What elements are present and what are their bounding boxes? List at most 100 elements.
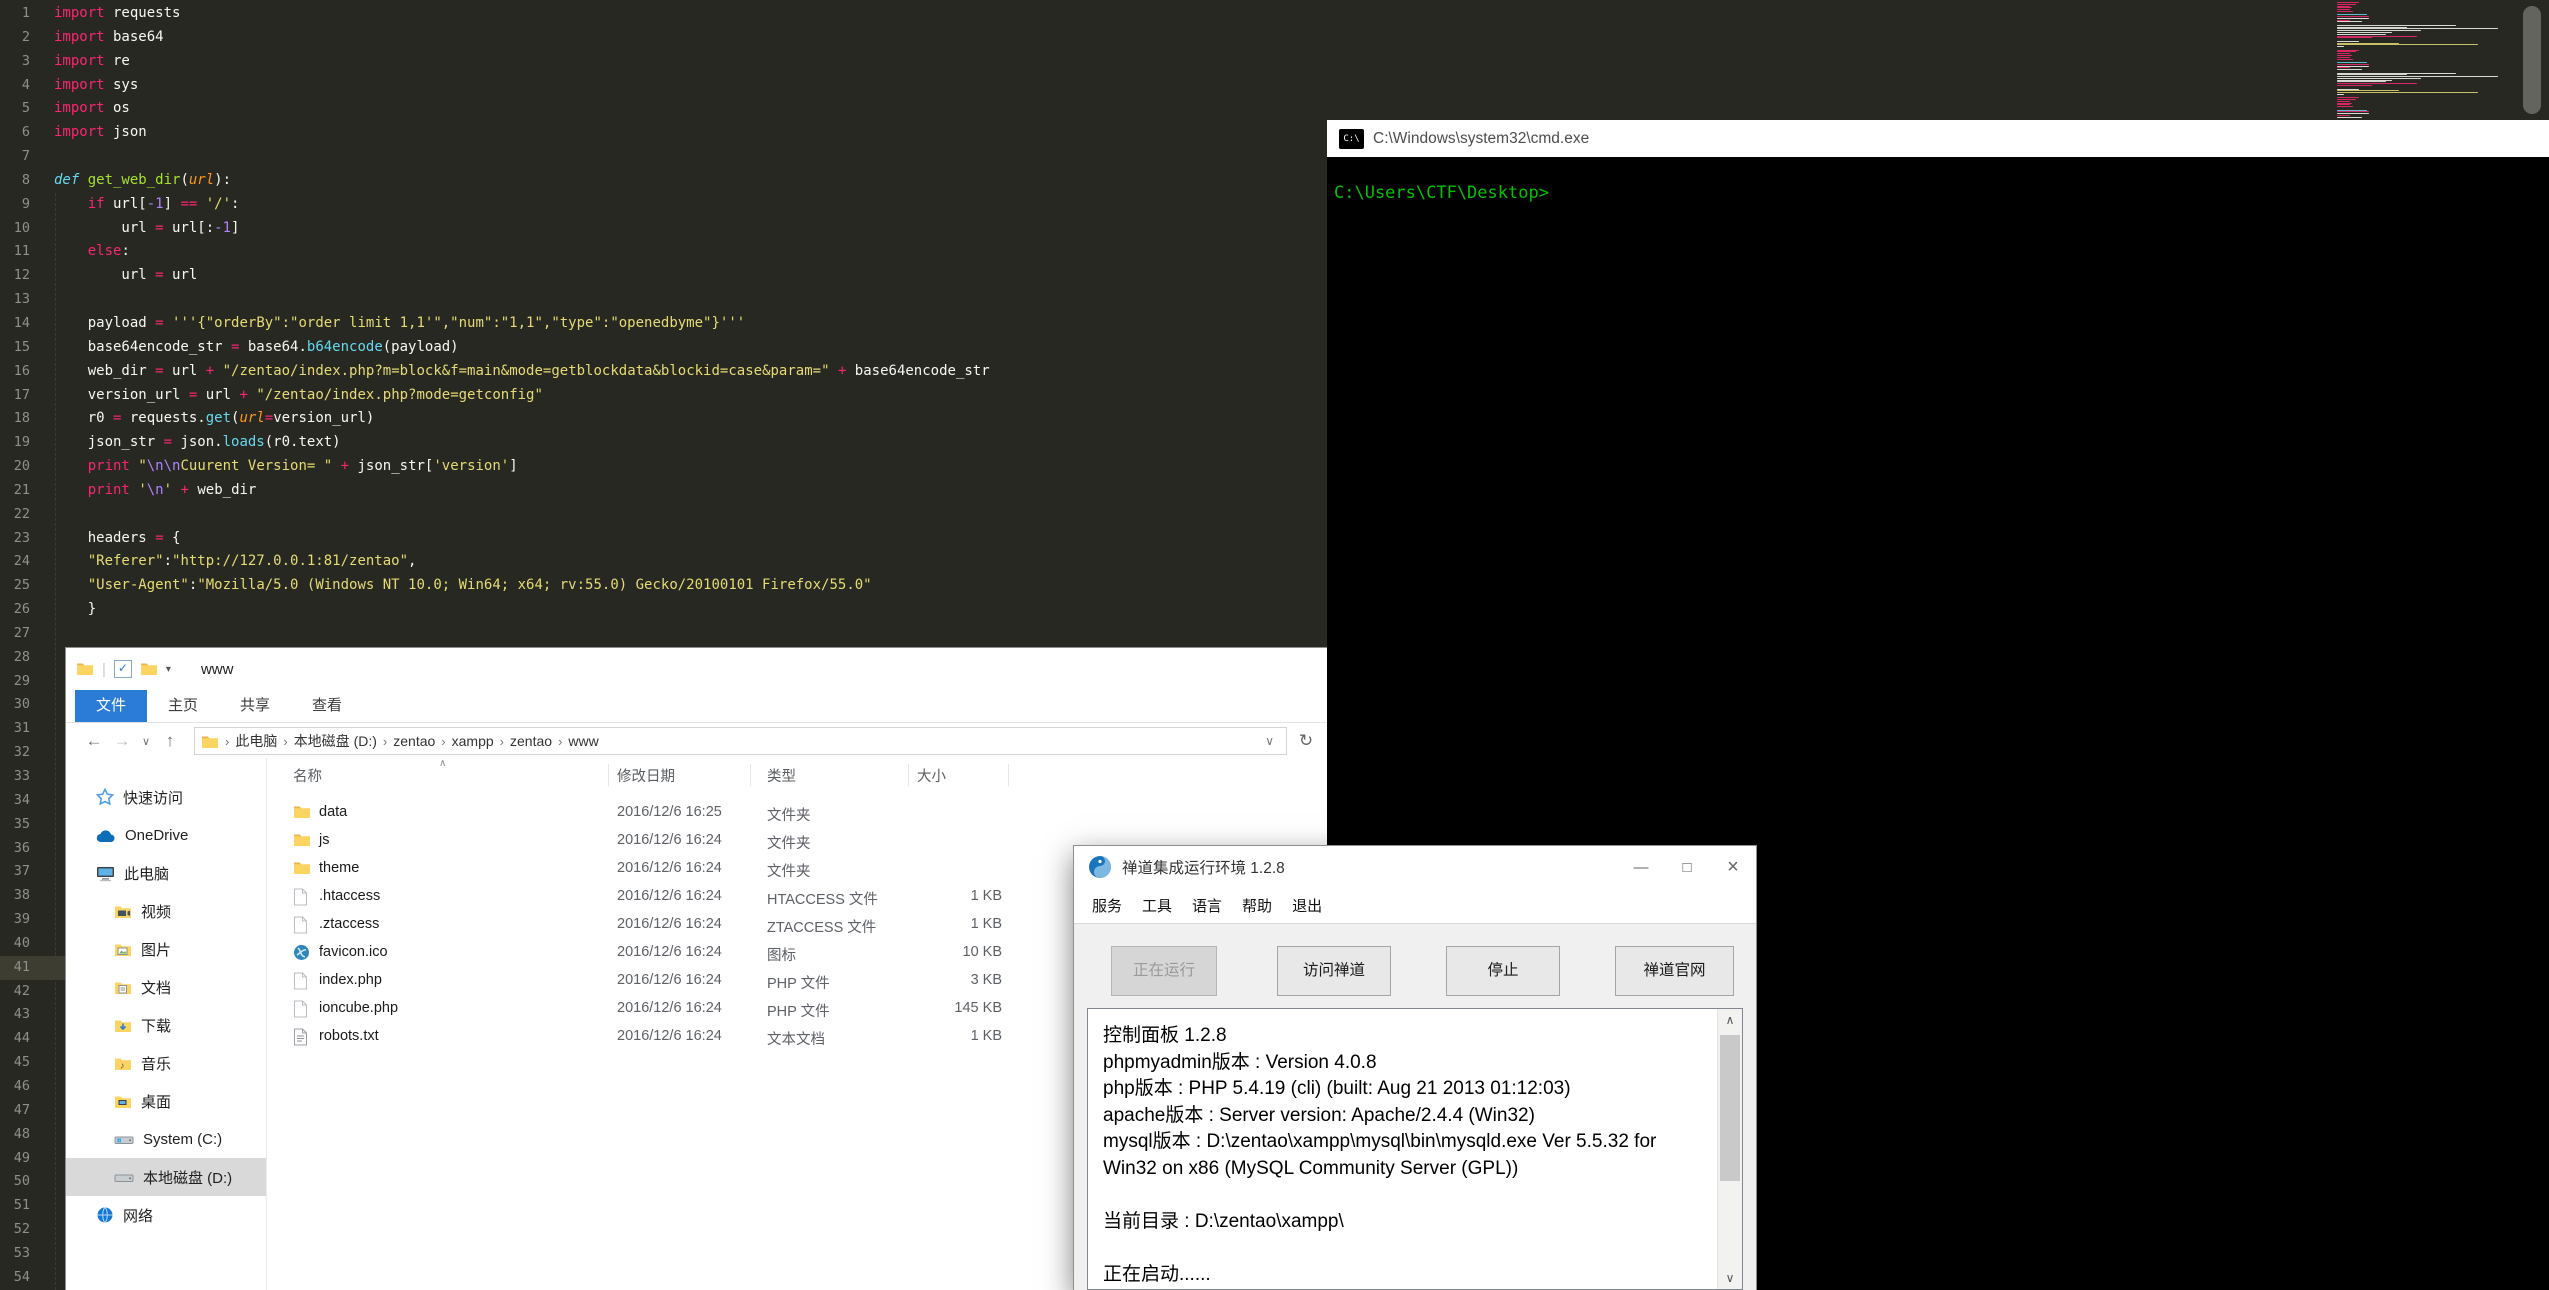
file-icon <box>293 916 308 934</box>
address-bar[interactable]: ›此电脑›本地磁盘 (D:)›zentao›xampp›zentao›www∨ <box>194 727 1287 755</box>
line-number: 40 <box>0 932 46 956</box>
tab-主页[interactable]: 主页 <box>147 690 219 722</box>
sidebar-item-drive[interactable]: 本地磁盘 (D:) <box>66 1158 266 1196</box>
explorer-titlebar[interactable]: | ✓ ▾ www <box>66 648 1327 690</box>
history-caret-icon[interactable]: ∨ <box>138 735 154 748</box>
breadcrumb-item[interactable]: 此电脑 <box>235 731 277 751</box>
cmd-titlebar[interactable]: C:\ C:\Windows\system32\cmd.exe <box>1327 120 2549 157</box>
menu-item-帮助[interactable]: 帮助 <box>1232 895 1282 916</box>
file-date: 2016/12/6 16:25 <box>617 804 722 820</box>
zentao-button-禅道官网[interactable]: 禅道官网 <box>1615 946 1734 996</box>
qat-properties-icon[interactable]: ✓ <box>114 660 132 678</box>
scroll-down-icon[interactable]: ∨ <box>1718 1267 1742 1289</box>
file-date: 2016/12/6 16:24 <box>617 1028 722 1044</box>
refresh-icon[interactable]: ↻ <box>1291 731 1321 751</box>
tab-文件[interactable]: 文件 <box>75 690 147 722</box>
file-type: 文件夹 <box>767 804 811 825</box>
column-header-2[interactable]: 修改日期 <box>617 765 675 786</box>
console-line <box>1103 1235 1708 1262</box>
qat-newfolder-icon[interactable] <box>140 660 158 678</box>
line-number: 21 <box>0 479 46 503</box>
sidebar-item-label: 下载 <box>141 1015 171 1036</box>
file-icon <box>293 1000 308 1018</box>
tab-共享[interactable]: 共享 <box>219 690 291 722</box>
minimap-line <box>2337 44 2478 45</box>
editor-scrollbar-thumb[interactable] <box>2523 6 2541 114</box>
minimap-line <box>2337 64 2369 65</box>
sidebar-item-star[interactable]: 快速访问 <box>66 778 266 816</box>
sidebar-item-folder-desktop[interactable]: 桌面 <box>66 1082 266 1120</box>
line-number: 10 <box>0 217 46 241</box>
folder-music-icon: ♪ <box>114 1054 132 1071</box>
breadcrumb-item[interactable]: 本地磁盘 (D:) <box>294 731 377 751</box>
minimap-line <box>2337 34 2386 35</box>
minimap-line <box>2337 99 2356 100</box>
sidebar-item-folder-downloads[interactable]: 下载 <box>66 1006 266 1044</box>
line-number: 24 <box>0 550 46 574</box>
breadcrumb-item[interactable]: zentao <box>393 733 435 749</box>
up-button[interactable]: ↑ <box>158 731 182 751</box>
star-icon <box>96 788 114 806</box>
file-date: 2016/12/6 16:24 <box>617 832 722 848</box>
line-number: 29 <box>0 670 46 694</box>
code-line: import requests <box>54 2 2319 26</box>
sidebar-item-folder-pictures[interactable]: 图片 <box>66 930 266 968</box>
folder-documents-icon <box>114 978 132 995</box>
line-number: 38 <box>0 884 46 908</box>
sidebar-item-folder-video[interactable]: 视频 <box>66 892 266 930</box>
sidebar-item-network[interactable]: 网络 <box>66 1196 266 1234</box>
sidebar-item-cloud[interactable]: OneDrive <box>66 816 266 854</box>
desktop-screen: 1234567891011121314151617181920212223242… <box>0 0 2549 1290</box>
sidebar-item-drive-system[interactable]: System (C:) <box>66 1120 266 1158</box>
forward-button[interactable]: → <box>110 731 134 751</box>
cmd-terminal[interactable]: C:\Users\CTF\Desktop> <box>1327 157 2549 203</box>
line-number: 39 <box>0 908 46 932</box>
sidebar-item-label: 快速访问 <box>123 787 183 808</box>
file-date: 2016/12/6 16:24 <box>617 916 722 932</box>
menu-item-退出[interactable]: 退出 <box>1282 895 1332 916</box>
breadcrumb-separator-icon: › <box>500 734 504 749</box>
zentao-button-row: 正在运行 访问禅道 停止 禅道官网 <box>1074 946 1756 996</box>
tab-查看[interactable]: 查看 <box>291 690 363 722</box>
close-button[interactable]: × <box>1710 846 1756 888</box>
file-name: data <box>319 804 347 820</box>
zentao-button-正在运行: 正在运行 <box>1111 946 1217 996</box>
zentao-titlebar[interactable]: 禅道集成运行环境 1.2.8 — □ × <box>1074 846 1756 888</box>
scroll-thumb[interactable] <box>1720 1035 1740 1181</box>
sidebar-item-folder-documents[interactable]: 文档 <box>66 968 266 1006</box>
column-header-1[interactable]: 名称 <box>293 765 322 786</box>
file-row[interactable]: data 2016/12/6 16:25 文件夹 <box>267 800 1327 828</box>
line-number: 49 <box>0 1147 46 1171</box>
drive-system-icon <box>114 1131 134 1148</box>
breadcrumb-item[interactable]: zentao <box>510 733 552 749</box>
menu-item-服务[interactable]: 服务 <box>1082 895 1132 916</box>
menu-item-工具[interactable]: 工具 <box>1132 895 1182 916</box>
zentao-button-停止[interactable]: 停止 <box>1446 946 1560 996</box>
line-number: 43 <box>0 1003 46 1027</box>
scroll-up-icon[interactable]: ∧ <box>1718 1009 1742 1031</box>
minimap-line <box>2337 37 2372 38</box>
column-header-3[interactable]: 类型 <box>767 765 796 786</box>
console-line: 正在启动...... <box>1103 1262 1708 1289</box>
column-header-4[interactable]: 大小 <box>917 765 946 786</box>
minimize-button[interactable]: — <box>1618 846 1664 888</box>
sidebar-item-label: 桌面 <box>141 1091 171 1112</box>
back-button[interactable]: ← <box>82 731 106 751</box>
zentao-console-scrollbar[interactable]: ∧ ∨ <box>1717 1009 1742 1289</box>
sidebar-item-folder-music[interactable]: ♪音乐 <box>66 1044 266 1082</box>
maximize-button[interactable]: □ <box>1664 846 1710 888</box>
address-row: ← → ∨ ↑ ›此电脑›本地磁盘 (D:)›zentao›xampp›zent… <box>66 723 1327 759</box>
menu-item-语言[interactable]: 语言 <box>1182 895 1232 916</box>
minimap[interactable] <box>2337 2 2513 118</box>
address-dropdown-icon[interactable]: ∨ <box>1259 734 1280 748</box>
file-type: 图标 <box>767 944 796 965</box>
breadcrumb-item[interactable]: xampp <box>452 733 494 749</box>
code-line: import base64 <box>54 26 2319 50</box>
zentao-button-访问禅道[interactable]: 访问禅道 <box>1277 946 1391 996</box>
line-number: 31 <box>0 717 46 741</box>
folder-downloads-icon <box>114 1016 132 1033</box>
file-date: 2016/12/6 16:24 <box>617 1000 722 1016</box>
sidebar-item-pc[interactable]: 此电脑 <box>66 854 266 892</box>
qat-customize-caret-icon[interactable]: ▾ <box>166 664 171 675</box>
breadcrumb-item[interactable]: www <box>568 733 598 749</box>
